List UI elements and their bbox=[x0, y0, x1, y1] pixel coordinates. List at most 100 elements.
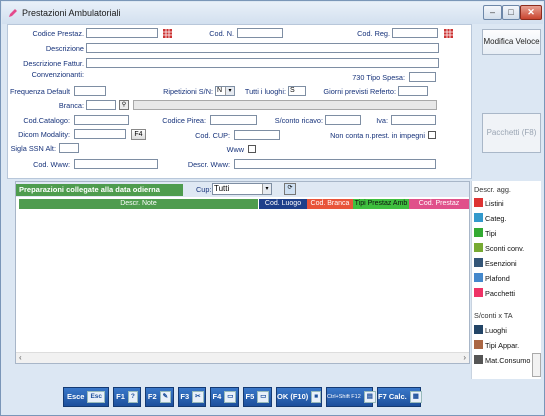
menu-item-tipi-appar-[interactable]: Tipi Appar. bbox=[474, 339, 519, 353]
preparazioni-title: Preparazioni collegate alla data odierna bbox=[16, 184, 183, 196]
close-icon: ✕ bbox=[527, 7, 535, 17]
scroll-right-icon[interactable]: › bbox=[463, 353, 466, 363]
non-conta-checkbox[interactable] bbox=[428, 131, 436, 139]
function-button-1[interactable]: F1? bbox=[113, 387, 141, 407]
function-button-label: F5 bbox=[245, 392, 255, 401]
vertical-scrollbar[interactable] bbox=[532, 353, 541, 377]
column-tipi-prestaz-amb[interactable]: Tipi Prestaz Amb bbox=[353, 199, 409, 209]
menu-item-esenzioni[interactable]: Esenzioni bbox=[474, 257, 517, 271]
cod-catalogo-field[interactable] bbox=[74, 115, 129, 125]
f4-button[interactable]: F4 bbox=[131, 129, 146, 140]
convenzionanti-label: Convenzionanti: bbox=[31, 70, 84, 79]
sconto-ricavo-field[interactable] bbox=[325, 115, 361, 125]
menu-item-mat-consumo[interactable]: Mat.Consumo bbox=[474, 354, 530, 368]
chevron-down-icon: ▾ bbox=[225, 87, 234, 95]
horizontal-scrollbar[interactable]: ‹ › bbox=[16, 352, 469, 363]
function-button-0[interactable]: Esce Esc bbox=[63, 387, 109, 407]
descr-www-label: Descr. Www: bbox=[187, 160, 230, 169]
function-button-3[interactable]: F3 ✂ bbox=[178, 387, 206, 407]
descr-agg-item[interactable]: Descr. agg. bbox=[474, 183, 511, 197]
function-button-label: Esce bbox=[66, 392, 85, 401]
cod-cup-label: Cod. CUP: bbox=[195, 131, 230, 140]
function-key-icon: ▤ bbox=[363, 391, 376, 403]
cod-www-field[interactable] bbox=[74, 159, 158, 169]
tutti-luoghi-label: Tutti i luoghi: bbox=[244, 87, 286, 96]
menu-item-label: Esenzioni bbox=[485, 259, 517, 268]
cod-reg-field[interactable] bbox=[392, 28, 438, 38]
function-button-8[interactable]: F7 Calc. ▦ bbox=[377, 387, 422, 407]
preparazioni-panel: Preparazioni collegate alla data odierna… bbox=[15, 181, 470, 364]
menu-item-plafond[interactable]: Plafond bbox=[474, 272, 510, 286]
tipo-spesa-field[interactable] bbox=[409, 72, 436, 82]
menu-item-label: Pacchetti bbox=[485, 289, 516, 298]
function-button-label: F4 bbox=[212, 392, 222, 401]
codice-pirea-label: Codice Pirea: bbox=[162, 116, 206, 125]
modifica-veloce-button[interactable]: Modifica Veloce bbox=[482, 29, 541, 55]
application-window: Prestazioni Ambulatoriali – □ ✕ Codice P… bbox=[0, 0, 545, 416]
function-key-icon: ✂ bbox=[192, 391, 204, 403]
menu-item-sconti-conv-[interactable]: Sconti conv. bbox=[474, 242, 524, 256]
function-button-2[interactable]: F2 ✎ bbox=[145, 387, 174, 407]
chevron-down-icon: ▾ bbox=[262, 184, 271, 194]
tipo-spesa-label: 730 Tipo Spesa: bbox=[352, 73, 405, 82]
sigla-ssn-field[interactable] bbox=[59, 143, 79, 153]
frequenza-field[interactable] bbox=[74, 86, 106, 96]
cod-reg-label: Cod. Reg. bbox=[357, 29, 390, 38]
minimize-button[interactable]: – bbox=[483, 5, 502, 20]
function-button-6[interactable]: OK (F10) ■ bbox=[276, 387, 322, 407]
menu-item-label: Tipi Appar. bbox=[485, 341, 520, 350]
menu-item-label: Listini bbox=[485, 199, 504, 208]
cod-cup-field[interactable] bbox=[234, 130, 280, 140]
function-button-7[interactable]: Ctrl+Shift F12 ▤ bbox=[326, 387, 376, 407]
menu-item-pacchetti[interactable]: Pacchetti bbox=[474, 287, 515, 301]
tutti-luoghi-field[interactable]: S bbox=[288, 86, 306, 96]
refresh-icon: ⟳ bbox=[287, 185, 293, 191]
column-cod-branca[interactable]: Cod. Branca bbox=[307, 199, 353, 209]
maximize-button[interactable]: □ bbox=[502, 5, 520, 20]
dicom-modality-field[interactable] bbox=[74, 129, 126, 139]
branca-lookup-button[interactable]: ⚲ bbox=[119, 100, 129, 110]
iva-field[interactable] bbox=[391, 115, 436, 125]
column-cod-luogo[interactable]: Cod. Luogo bbox=[259, 199, 307, 209]
descrizione-field[interactable] bbox=[86, 43, 439, 53]
descrizione-fattur-field[interactable] bbox=[86, 58, 439, 68]
frequenza-label: Frequenza Default bbox=[9, 87, 70, 96]
minimize-icon: – bbox=[489, 7, 495, 17]
function-key-icon: ✎ bbox=[159, 391, 172, 403]
cup-select[interactable]: Tutti ▾ bbox=[212, 183, 272, 195]
descr-www-field[interactable] bbox=[234, 159, 436, 169]
sconti-x-ta-item[interactable]: S/conti x TA bbox=[474, 309, 513, 323]
iva-label: Iva: bbox=[376, 116, 388, 125]
pencil-cyan-icon bbox=[474, 213, 483, 222]
menu-item-luoghi[interactable]: Luoghi bbox=[474, 324, 507, 338]
cod-n-field[interactable] bbox=[237, 28, 283, 38]
codice-pirea-field[interactable] bbox=[210, 115, 257, 125]
maximize-icon: □ bbox=[508, 7, 514, 17]
filter-icon bbox=[474, 258, 483, 267]
function-button-label: F2 bbox=[147, 392, 157, 401]
column-cod-prestaz[interactable]: Cod. Prestaz bbox=[409, 199, 469, 209]
function-button-4[interactable]: F4 ▭ bbox=[210, 387, 239, 407]
menu-item-categ-[interactable]: Categ. bbox=[474, 212, 507, 226]
pacchetti-f8-button[interactable]: Pacchetti (F8) bbox=[482, 113, 541, 153]
menu-item-tipi[interactable]: Tipi bbox=[474, 227, 497, 241]
column-descr-note[interactable]: Descr. Note bbox=[19, 199, 258, 209]
title-bar[interactable]: Prestazioni Ambulatoriali – □ ✕ bbox=[2, 2, 543, 24]
pencil-icon bbox=[9, 9, 17, 17]
function-button-5[interactable]: F5 ▭ bbox=[243, 387, 272, 407]
www-label: Www bbox=[226, 145, 244, 154]
www-checkbox[interactable] bbox=[248, 145, 256, 153]
branca-field[interactable] bbox=[86, 100, 116, 110]
menu-item-listini[interactable]: Listini bbox=[474, 197, 504, 211]
grid-lookup-icon[interactable] bbox=[163, 29, 172, 38]
ripetizioni-select[interactable]: N ▾ bbox=[215, 86, 235, 96]
scroll-left-icon[interactable]: ‹ bbox=[19, 353, 22, 363]
grid-lookup-icon[interactable] bbox=[444, 29, 453, 38]
close-button[interactable]: ✕ bbox=[520, 5, 542, 20]
refresh-button[interactable]: ⟳ bbox=[284, 183, 296, 195]
codice-prestaz-field[interactable] bbox=[86, 28, 158, 38]
dicom-modality-label: Dicom Modality: bbox=[18, 130, 70, 139]
giorni-referto-field[interactable] bbox=[398, 86, 428, 96]
menu-item-label: Luoghi bbox=[485, 326, 507, 335]
function-key-icon: ■ bbox=[311, 391, 322, 403]
